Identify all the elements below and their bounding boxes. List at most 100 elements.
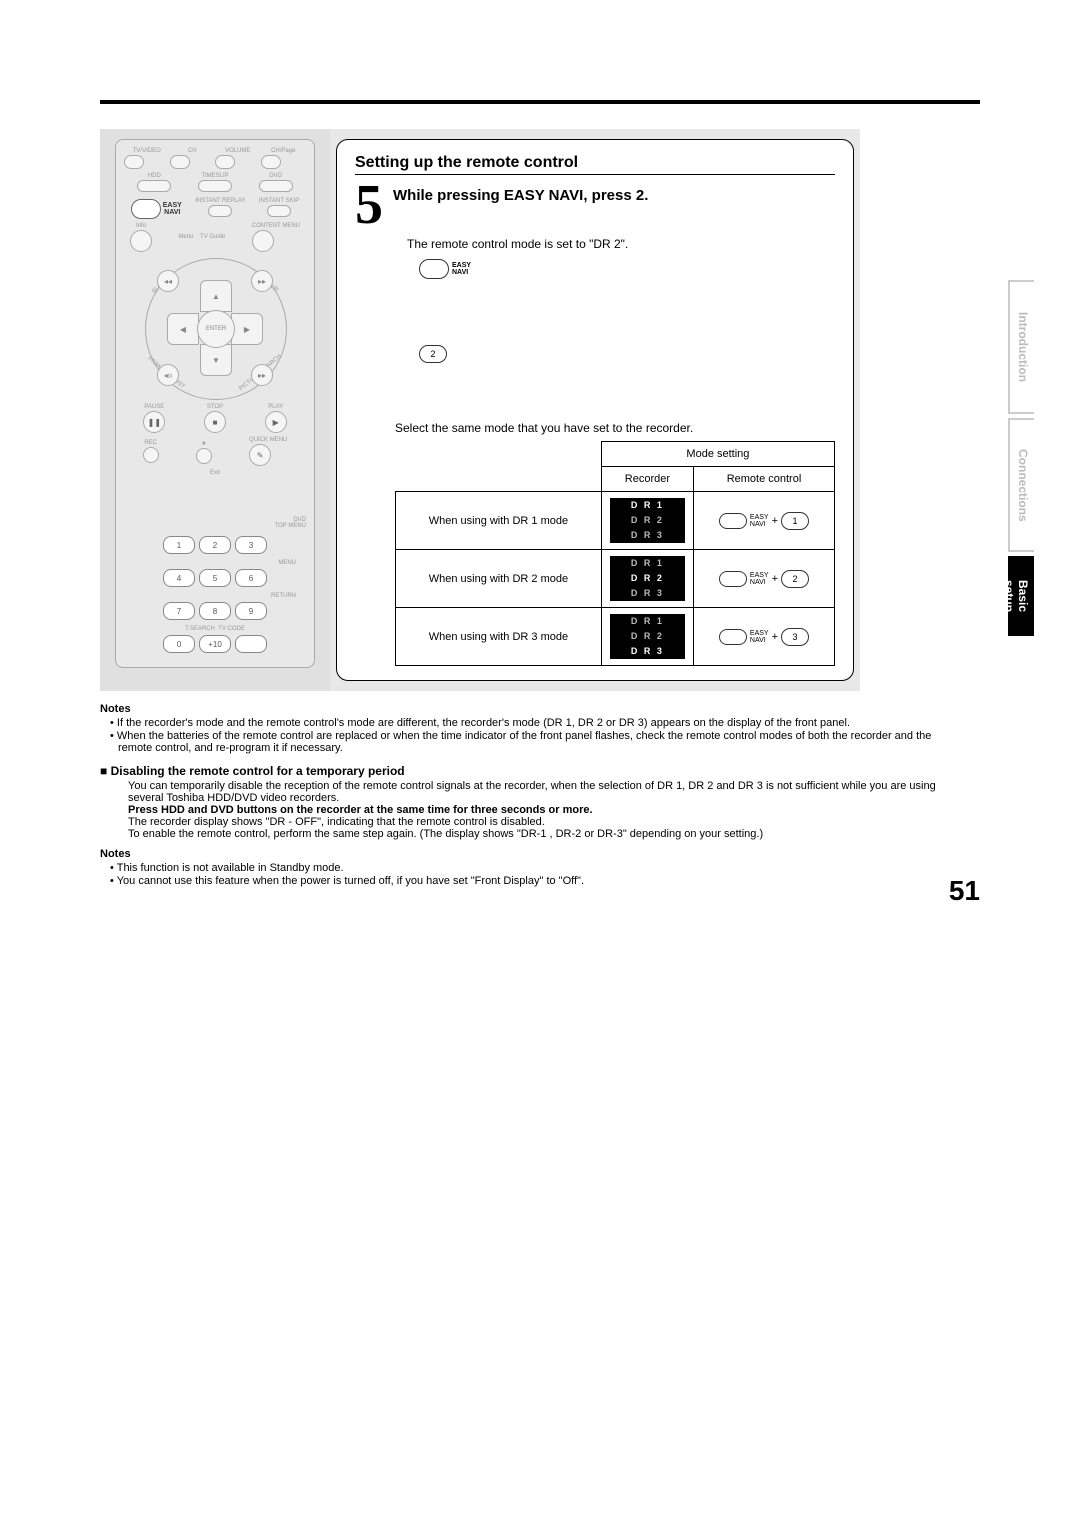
mode-table: Mode setting Recorder Remote control Whe… <box>395 441 835 666</box>
btn <box>130 230 152 252</box>
dpad: SLOW SKIP FRAME/ADJUST PICTURE SEARCH ◂◂… <box>145 258 285 398</box>
num-2: 2 <box>199 536 231 554</box>
lbl: REC <box>143 440 159 446</box>
dr-cell: D R 1 D R 2 D R 3 <box>601 608 693 666</box>
lbl: VOLUME <box>215 148 261 154</box>
btn <box>198 180 232 192</box>
dr2: D R 2 <box>610 513 685 528</box>
num-key: 3 <box>781 628 809 646</box>
btn <box>124 155 144 169</box>
navi-icon <box>719 629 747 645</box>
btn <box>208 205 232 217</box>
stop-btn: ■ <box>204 411 226 433</box>
num-4: 4 <box>163 569 195 587</box>
pause-btn: ❚❚ <box>143 411 165 433</box>
table-row: When using with DR 3 mode D R 1 D R 2 D … <box>396 608 835 666</box>
plus: + <box>772 515 778 527</box>
btn <box>267 205 291 217</box>
btn <box>252 230 274 252</box>
left: ◀ <box>167 313 199 345</box>
select-line: Select the same mode that you have set t… <box>395 421 835 435</box>
note-item: When the batteries of the remote control… <box>110 730 960 754</box>
right: ▶ <box>231 313 263 345</box>
dr1: D R 1 <box>610 556 685 571</box>
lbl: Exit <box>124 470 306 476</box>
navi-label: EASY NAVI <box>750 630 769 644</box>
lbl: HDD <box>137 173 171 179</box>
side-tabs: Introduction Connections Basic setup <box>1007 280 1035 640</box>
num-key-2: 2 <box>419 345 447 363</box>
btn <box>137 180 171 192</box>
num-5: 5 <box>199 569 231 587</box>
th-recorder: Recorder <box>601 467 693 492</box>
tab-introduction: Introduction <box>1008 280 1034 414</box>
lbl: Menu TV Guide <box>152 234 252 240</box>
dr2-hi: D R 2 <box>610 571 685 586</box>
tab-connections: Connections <box>1008 418 1034 552</box>
combo-cell: EASY NAVI + 3 <box>693 608 834 666</box>
btn <box>215 155 235 169</box>
key-2: 2 <box>419 345 447 363</box>
lbl: INSTANT REPLAY <box>195 198 245 204</box>
navi-icon <box>719 513 747 529</box>
num-blank <box>235 635 267 653</box>
plus: + <box>772 573 778 585</box>
when-cell: When using with DR 1 mode <box>396 492 602 550</box>
step-number: 5 <box>355 183 383 227</box>
note-item: If the recorder's mode and the remote co… <box>110 717 960 729</box>
btn <box>259 180 293 192</box>
lbl: DVD <box>259 173 293 179</box>
step-body: The remote control mode is set to "DR 2"… <box>407 237 835 371</box>
lbl: TV/VIDEO <box>124 148 170 154</box>
btn <box>261 155 281 169</box>
lbl: RETURN <box>124 593 306 599</box>
corner-btn: ▸▸ <box>251 364 273 386</box>
lbl: STOP <box>204 404 226 410</box>
combo-cell: EASY NAVI + 2 <box>693 550 834 608</box>
easy-navi-label: EASY NAVI <box>163 202 182 216</box>
lbl: ★ <box>196 440 212 447</box>
step-row: 5 While pressing EASY NAVI, press 2. <box>355 183 835 227</box>
num-8: 8 <box>199 602 231 620</box>
instruction-panel: Setting up the remote control 5 While pr… <box>336 139 854 681</box>
navi-icon <box>719 571 747 587</box>
easy-navi-combo: EASY NAVI <box>419 259 471 279</box>
up: ▲ <box>200 280 232 312</box>
dr-cell: D R 1 D R 2 D R 3 <box>601 492 693 550</box>
btn <box>170 155 190 169</box>
remote-body: TV/VIDEO CH VOLUME CH/Page HDD TIMESLIP … <box>115 139 315 668</box>
page: Introduction Connections Basic setup TV/… <box>0 0 1080 937</box>
enter-btn: ENTER <box>197 310 235 348</box>
th-mode-setting: Mode setting <box>601 442 834 467</box>
disable-line-bold: Press HDD and DVD buttons on the recorde… <box>128 804 960 816</box>
lbl: DVD TOP MENU <box>275 517 306 529</box>
combo-cell: EASY NAVI + 1 <box>693 492 834 550</box>
corner-btn: ◂◂ <box>157 270 179 292</box>
lbl: CH/Page <box>261 148 307 154</box>
th-remote: Remote control <box>693 467 834 492</box>
num-0: 0 <box>163 635 195 653</box>
num-6: 6 <box>235 569 267 587</box>
gray-panel: TV/VIDEO CH VOLUME CH/Page HDD TIMESLIP … <box>100 129 860 691</box>
corner-btn: ▸▸ <box>251 270 273 292</box>
lbl: TIMESLIP <box>198 173 232 179</box>
num-7: 7 <box>163 602 195 620</box>
table-row: When using with DR 1 mode D R 1 D R 2 D … <box>396 492 835 550</box>
lbl: T.SEARCH TV CODE <box>124 626 306 632</box>
easy-navi-button <box>131 199 161 219</box>
dr1-hi: D R 1 <box>610 498 685 513</box>
num-9: 9 <box>235 602 267 620</box>
section-title: Setting up the remote control <box>355 154 835 175</box>
corner-btn: ◂ıı <box>157 364 179 386</box>
lbl: INSTANT SKIP <box>259 198 299 204</box>
lbl: Info <box>130 223 152 229</box>
dr2: D R 2 <box>610 629 685 644</box>
dr3: D R 3 <box>610 586 685 601</box>
lbl: CONTENT MENU <box>252 223 300 229</box>
num-plus10: +10 <box>199 635 231 653</box>
rec-btn <box>143 447 159 463</box>
num-key: 2 <box>781 570 809 588</box>
step-text: The remote control mode is set to "DR 2"… <box>407 237 835 251</box>
step-heading: While pressing EASY NAVI, press 2. <box>393 187 648 204</box>
disable-title: Disabling the remote control for a tempo… <box>100 764 960 778</box>
